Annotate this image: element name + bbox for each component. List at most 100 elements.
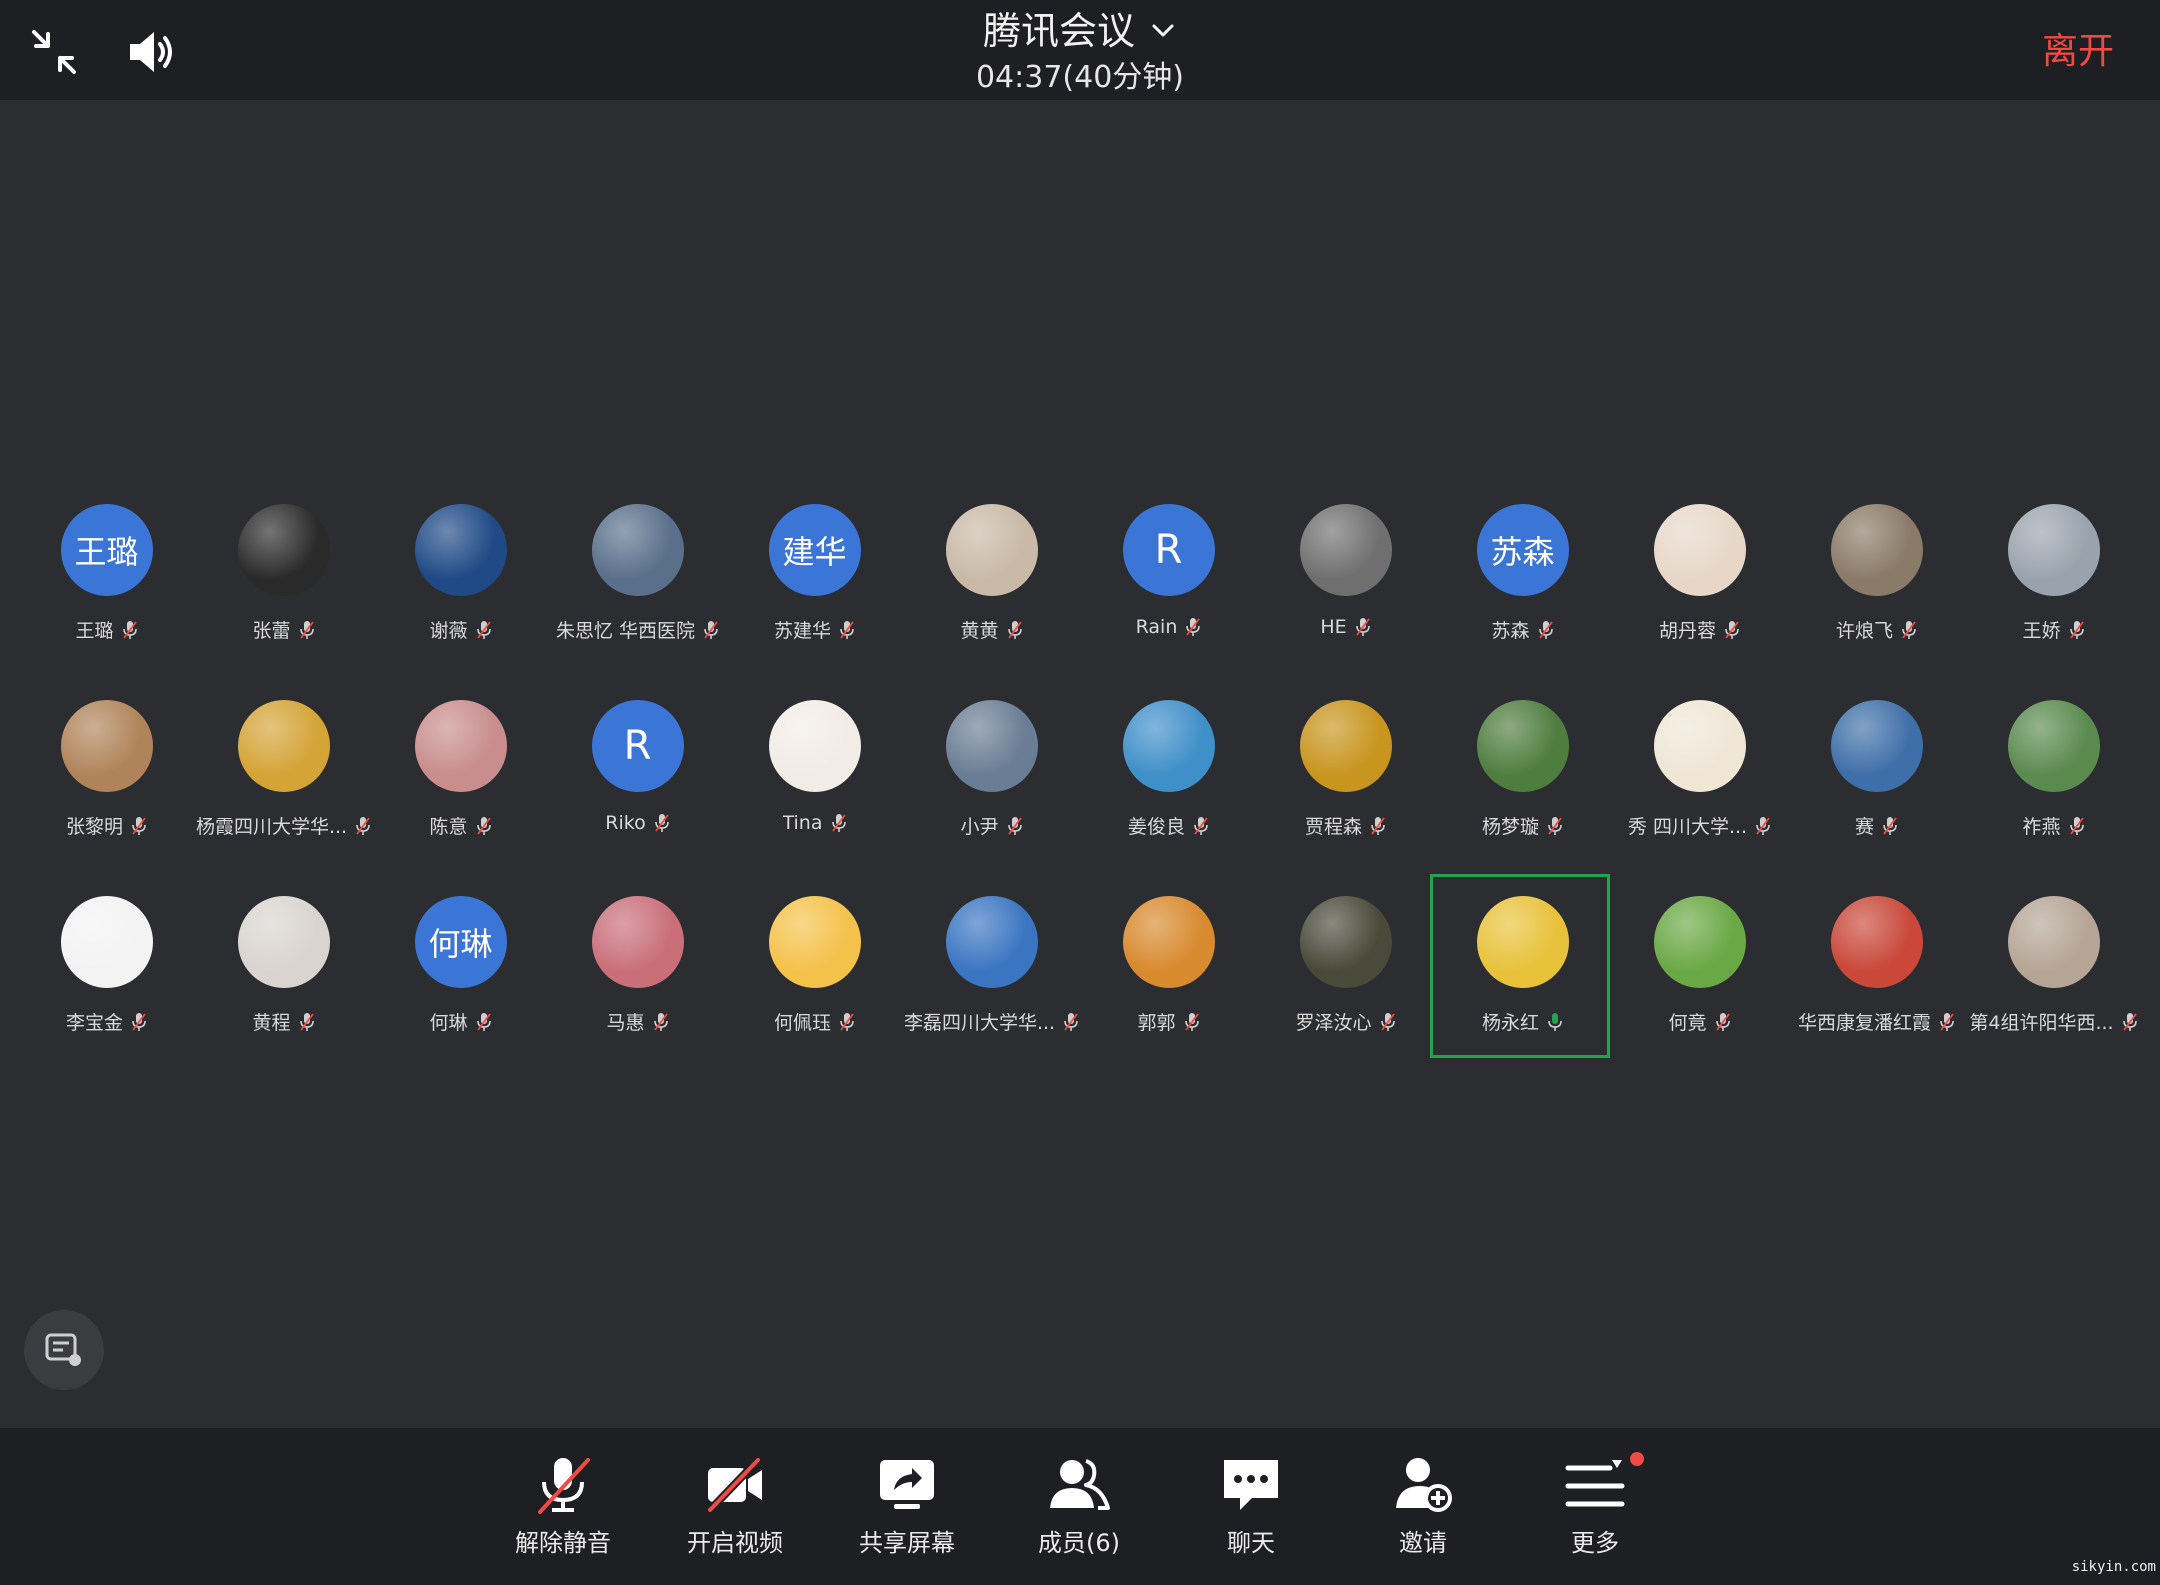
participant-name-row: 陈意 (429, 812, 491, 839)
participant-tile[interactable]: R Rain (1080, 484, 1257, 680)
captions-toggle[interactable] (24, 1310, 104, 1390)
participant-name-row: 苏森 (1491, 616, 1553, 643)
participant-name: 姜俊良 (1127, 816, 1185, 838)
participant-tile[interactable]: 祚燕 (1965, 680, 2142, 876)
participant-tile[interactable]: 朱思忆 华西医院 (549, 484, 726, 680)
participant-tile[interactable]: 何竟 (1611, 876, 1788, 1072)
mic-muted-small-icon (1355, 618, 1370, 636)
mic-muted-small-icon (476, 620, 491, 639)
avatar (1653, 896, 1746, 988)
mic-muted-small-icon (1883, 816, 1897, 835)
more-label: 更多 (1571, 1529, 1619, 1557)
participant-tile[interactable]: Tina (726, 680, 903, 876)
avatar (2007, 896, 2100, 988)
chat-button[interactable]: 聊天 (1176, 1452, 1326, 1558)
participant-tile[interactable]: HE (1257, 484, 1434, 680)
participant-tile[interactable]: 李宝金 (18, 876, 195, 1072)
participant-tile[interactable]: 张蕾 (195, 484, 372, 680)
top-bar: 腾讯会议 04:37(40分钟) 离开 (0, 0, 2160, 100)
participant-tile[interactable]: 王璐 王璐 (18, 484, 195, 680)
share-screen-button[interactable]: 共享屏幕 (832, 1452, 982, 1558)
participant-name: 罗泽汝心 (1295, 1012, 1372, 1034)
participant-tile[interactable]: 谢薇 (372, 484, 549, 680)
participant-tile[interactable]: 秀 四川大学... (1611, 680, 1788, 876)
avatar (591, 504, 684, 596)
participant-name-row: 华西康复潘红霞 (1798, 1008, 1955, 1035)
participant-tile[interactable]: 郭郭 (1080, 876, 1257, 1072)
participant-tile[interactable]: 罗泽汝心 (1257, 876, 1434, 1072)
participant-tile[interactable]: 杨永红 (1430, 874, 1611, 1072)
avatar (237, 896, 330, 988)
participant-name: 杨梦璇 (1481, 816, 1539, 838)
mic-muted-small-icon (1725, 620, 1739, 639)
participant-tile[interactable]: 小尹 (903, 680, 1080, 876)
share-screen-label: 共享屏幕 (859, 1529, 955, 1557)
mic-muted-small-icon (653, 1012, 668, 1031)
participant-tile[interactable]: 赛 (1788, 680, 1965, 876)
participant-tile[interactable]: 建华 苏建华 (726, 484, 903, 680)
members-button[interactable]: 成员(6) (1004, 1452, 1154, 1558)
participant-name-row: Riko (605, 812, 669, 834)
participant-tile[interactable]: 杨霞四川大学华... (195, 680, 372, 876)
meeting-title[interactable]: 腾讯会议 (983, 6, 1177, 56)
participant-tile[interactable]: R Riko (549, 680, 726, 876)
participant-tile[interactable]: 华西康复潘红霞 (1788, 876, 1965, 1072)
participant-name: 李宝金 (65, 1012, 123, 1034)
mic-active-icon (1548, 1012, 1562, 1031)
participant-tile[interactable]: 贾程森 (1257, 680, 1434, 876)
participant-name-row: 黄黄 (960, 616, 1022, 643)
participant-name: 赛 (1854, 816, 1874, 838)
participant-tile[interactable]: 王娇 (1965, 484, 2142, 680)
mic-muted-small-icon (1756, 816, 1770, 835)
participant-name: 小尹 (960, 816, 999, 838)
avatar (60, 896, 153, 988)
avatar (768, 700, 861, 792)
leave-button[interactable]: 离开 (2042, 28, 2114, 76)
participant-name-row: 罗泽汝心 (1295, 1008, 1395, 1035)
start-video-button[interactable]: 开启视频 (660, 1452, 810, 1558)
participant-name: Riko (605, 812, 646, 834)
mic-muted-small-icon (704, 620, 718, 639)
participant-tile[interactable]: 何琳 何琳 (372, 876, 549, 1072)
avatar (768, 896, 861, 988)
participant-name-row: Tina (783, 812, 847, 834)
avatar: 苏森 (1476, 504, 1569, 596)
participant-tile[interactable]: 马惠 (549, 876, 726, 1072)
participant-tile[interactable]: 苏森 苏森 (1434, 484, 1611, 680)
participant-name-row: 小尹 (960, 812, 1022, 839)
participant-tile[interactable]: 何佩珏 (726, 876, 903, 1072)
participant-tile[interactable]: 姜俊良 (1080, 680, 1257, 876)
participant-name: 谢薇 (429, 620, 468, 642)
participant-name: Tina (782, 812, 823, 834)
participant-tile[interactable]: 张黎明 (18, 680, 195, 876)
mic-muted-small-icon (476, 1012, 491, 1031)
more-icon (1565, 1460, 1625, 1507)
mic-muted-small-icon (299, 1012, 314, 1031)
mic-muted-small-icon (1902, 620, 1916, 639)
participant-tile[interactable]: 第4组许阳华西... (1965, 876, 2142, 1072)
participant-tile[interactable]: 许烺飞 (1788, 484, 1965, 680)
mic-muted-small-icon (2069, 816, 2084, 835)
avatar: 何琳 (414, 896, 507, 988)
avatar (945, 504, 1038, 596)
avatar (1476, 896, 1569, 988)
invite-label: 邀请 (1399, 1529, 1447, 1557)
unmute-button[interactable]: 解除静音 (488, 1452, 638, 1558)
participant-name: Rain (1135, 616, 1178, 638)
participant-name-row: 黄程 (252, 1008, 314, 1035)
mic-muted-small-icon (831, 814, 846, 832)
participant-tile[interactable]: 黄黄 (903, 484, 1080, 680)
avatar (237, 700, 330, 792)
invite-button[interactable]: 邀请 (1348, 1452, 1498, 1558)
participant-tile[interactable]: 黄程 (195, 876, 372, 1072)
participant-name: 许烺飞 (1835, 620, 1893, 642)
mic-muted-small-icon (1194, 816, 1208, 835)
mic-muted-small-icon (1380, 1012, 1395, 1031)
participant-tile[interactable]: 杨梦璇 (1434, 680, 1611, 876)
participant-tile[interactable]: 陈意 (372, 680, 549, 876)
more-button[interactable]: 更多 (1520, 1452, 1670, 1558)
avatar (1830, 700, 1923, 792)
participant-tile[interactable]: 李磊四川大学华... (903, 876, 1080, 1072)
participant-tile[interactable]: 胡丹蓉 (1611, 484, 1788, 680)
avatar: R (1122, 504, 1215, 596)
